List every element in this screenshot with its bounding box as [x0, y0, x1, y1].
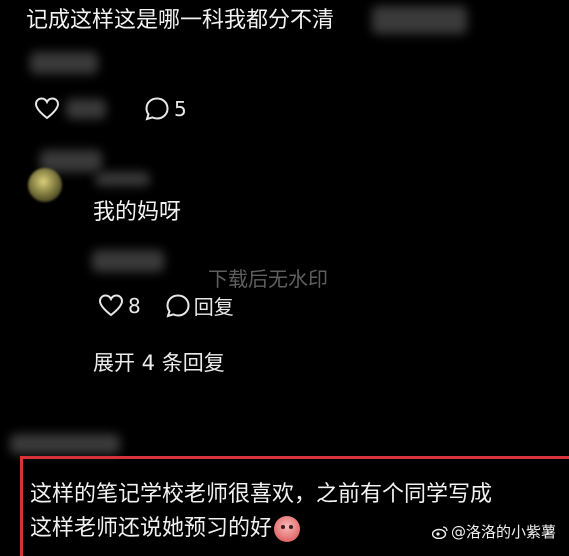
redacted-timestamp [30, 52, 98, 74]
heart-icon[interactable] [34, 97, 60, 121]
comment-bubble-icon[interactable] [165, 293, 191, 319]
credit-text: @洛洛的小紫薯 [451, 523, 557, 541]
heart-icon[interactable] [98, 293, 124, 318]
highlighted-comment-line2: 这样老师还说她预习的好 [30, 515, 301, 543]
comment-text: 记成这样这是哪一科我都分不清 [26, 7, 334, 35]
comment-text-content: 记成这样这是哪一科我都分不清 [26, 8, 335, 33]
watermark-text: 下载后无水印 [208, 267, 328, 291]
reply-text-content: 我的妈呀 [93, 200, 182, 225]
redacted-text [372, 6, 467, 34]
weibo-logo-icon [432, 525, 448, 539]
avatar[interactable] [28, 168, 62, 202]
reply-actions: 8 回复 [98, 291, 234, 320]
like-count: 8 [128, 293, 141, 318]
highlighted-comment-line1: 这样的笔记学校老师很喜欢，之前有个同学写成 [30, 481, 492, 509]
highlighted-comment-line2-text: 这样老师还说她预习的好 [30, 516, 273, 541]
redacted-like-count [66, 99, 106, 119]
redacted-username-2 [95, 172, 150, 186]
reply-text: 我的妈呀 [93, 199, 181, 227]
reply-button[interactable]: 回复 [194, 291, 234, 320]
comment-count: 5 [174, 97, 187, 121]
author-credit: @洛洛的小紫薯 [432, 521, 556, 542]
comment-actions: 5 [34, 96, 187, 122]
redacted-next-comment-header [10, 434, 120, 454]
highlighted-comment-line1-text: 这样的笔记学校老师很喜欢，之前有个同学写成 [30, 482, 493, 507]
redacted-reply-meta [92, 250, 164, 272]
expand-replies-link[interactable]: 展开 4 条回复 [93, 347, 225, 377]
emoji-icon [274, 516, 301, 542]
comment-bubble-icon[interactable] [144, 96, 170, 122]
